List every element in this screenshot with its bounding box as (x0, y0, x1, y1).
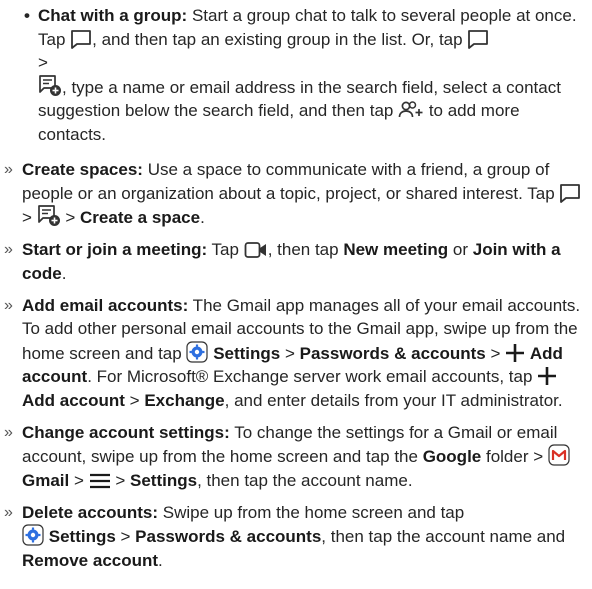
plus-icon (537, 366, 557, 386)
add-people-icon (398, 100, 424, 120)
chat-bubble-icon (559, 183, 581, 203)
bullet: • (24, 6, 30, 25)
video-camera-icon (244, 241, 268, 259)
list-item-add-email: » Add email accounts: The Gmail app mana… (4, 295, 581, 410)
list-item-delete-accounts: » Delete accounts: Swipe up from the hom… (4, 502, 566, 570)
new-chat-icon (37, 205, 61, 227)
main-bullet-list: » Create spaces: Use a space to communic… (4, 158, 590, 581)
help-document: • Chat with a group: Start a group chat … (0, 0, 592, 589)
chevron-bullet: » (4, 161, 13, 178)
chevron-bullet: » (4, 503, 13, 521)
list-item-create-spaces: » Create spaces: Use a space to communic… (4, 158, 590, 230)
list-item-group-chat: • Chat with a group: Start a group chat … (24, 6, 577, 144)
new-chat-icon (38, 74, 62, 97)
chevron-bullet: » (4, 296, 13, 314)
gmail-icon (548, 444, 570, 466)
settings-gear-icon (22, 524, 44, 546)
item-title: Change account settings: (22, 422, 230, 442)
list-item-change-settings: » Change account settings: To change the… (4, 421, 590, 493)
settings-gear-icon (186, 340, 209, 363)
item-title: Start or join a meeting: (22, 240, 208, 259)
chevron-bullet: » (4, 241, 13, 258)
list-item-meeting: » Start or join a meeting: Tap , then ta… (4, 240, 561, 283)
chat-bubble-icon (467, 29, 489, 49)
chat-bubble-icon (70, 29, 92, 49)
sub-bullet-list: • Chat with a group: Start a group chat … (24, 4, 590, 146)
item-title: Add email accounts: (22, 295, 189, 315)
chevron-bullet: » (4, 423, 13, 441)
item-title: Create spaces: (22, 160, 143, 179)
plus-icon (505, 343, 525, 363)
item-title: Chat with a group: (38, 6, 188, 25)
menu-icon (89, 472, 111, 490)
item-title: Delete accounts: (22, 502, 159, 522)
